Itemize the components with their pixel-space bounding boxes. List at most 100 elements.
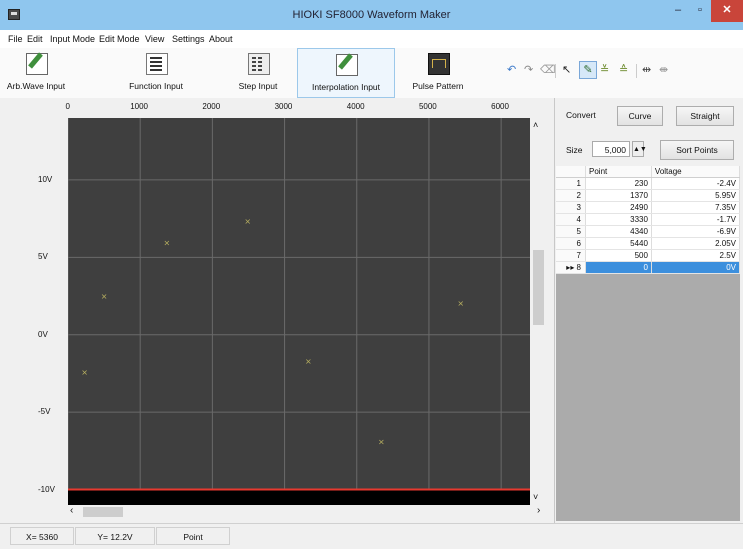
y-tick-label: 5V bbox=[38, 252, 48, 262]
x-tick-label: 5000 bbox=[418, 102, 437, 111]
waveform-plot-svg[interactable]: × × × × × × × bbox=[67, 118, 530, 505]
pencil-tool-icon[interactable]: ✎ bbox=[579, 61, 597, 79]
scroll-down-icon[interactable]: ˅ bbox=[533, 492, 538, 502]
table-row[interactable]: 7 500 2.5V bbox=[556, 249, 741, 262]
row-index[interactable]: ▸▸ 8 bbox=[556, 261, 586, 274]
menu-input-mode[interactable]: Input Mode bbox=[50, 34, 95, 44]
row-index[interactable]: 7 bbox=[556, 249, 586, 262]
shrink-vertical-icon[interactable]: ≙ bbox=[619, 64, 628, 76]
point-cell[interactable]: 500 bbox=[585, 249, 652, 262]
close-button[interactable]: ✕ bbox=[711, 0, 743, 22]
menu-settings[interactable]: Settings bbox=[172, 34, 205, 44]
table-row[interactable]: 5 4340 -6.9V bbox=[556, 225, 741, 238]
vertical-scrollbar-thumb[interactable] bbox=[533, 250, 544, 325]
pulse-pattern-button[interactable]: Pulse Pattern bbox=[400, 48, 476, 96]
point-cell[interactable]: 2490 bbox=[585, 201, 652, 214]
sort-points-button[interactable]: Sort Points bbox=[660, 140, 734, 160]
scroll-right-icon[interactable]: › bbox=[537, 505, 540, 516]
title-bar: HIOKI SF8000 Waveform Maker bbox=[0, 0, 743, 30]
point-cell[interactable]: 3330 bbox=[585, 213, 652, 226]
data-point-marker: × bbox=[244, 217, 251, 226]
x-tick-label: 3000 bbox=[274, 102, 293, 111]
step-input-button[interactable]: Step Input bbox=[220, 48, 296, 96]
point-cell[interactable]: 5440 bbox=[585, 237, 652, 250]
point-cell[interactable]: 0 bbox=[585, 261, 652, 274]
table-row[interactable]: 3 2490 7.35V bbox=[556, 201, 741, 214]
status-x-coordinate: X= 5360 bbox=[10, 527, 74, 545]
x-tick-label: 0 bbox=[65, 102, 70, 111]
waveform-plot[interactable]: × × × × × × × bbox=[67, 118, 530, 505]
voltage-cell[interactable]: 2.5V bbox=[651, 249, 741, 262]
menu-file[interactable]: File bbox=[8, 34, 23, 44]
voltage-cell[interactable]: -2.4V bbox=[651, 177, 741, 190]
arb-wave-input-button[interactable]: Arb.Wave Input bbox=[0, 48, 72, 96]
row-index[interactable]: 6 bbox=[556, 237, 586, 250]
data-point-marker: × bbox=[81, 368, 88, 377]
voltage-cell[interactable]: 2.05V bbox=[651, 237, 741, 250]
row-index[interactable]: 2 bbox=[556, 189, 586, 202]
y-tick-label: -10V bbox=[38, 484, 55, 494]
menu-about[interactable]: About bbox=[209, 34, 233, 44]
voltage-cell[interactable]: -1.7V bbox=[651, 213, 741, 226]
interpolation-input-button[interactable]: Interpolation Input bbox=[297, 48, 395, 98]
point-cell[interactable]: 1370 bbox=[585, 189, 652, 202]
y-tick-label: -5V bbox=[38, 407, 51, 417]
function-input-button[interactable]: Function Input bbox=[118, 48, 194, 96]
shrink-horizontal-icon[interactable]: ⇼ bbox=[659, 64, 668, 76]
cursor-icon[interactable]: ↖ bbox=[562, 64, 571, 76]
point-cell[interactable]: 230 bbox=[585, 177, 652, 190]
horizontal-scrollbar-thumb[interactable] bbox=[83, 507, 123, 517]
expand-horizontal-icon[interactable]: ⇹ bbox=[642, 64, 651, 76]
table-row[interactable]: 6 5440 2.05V bbox=[556, 237, 741, 250]
maximize-button[interactable]: ▫ bbox=[690, 0, 710, 22]
undo-icon[interactable]: ↶ bbox=[507, 64, 516, 76]
app-icon[interactable] bbox=[8, 9, 20, 20]
eraser-icon[interactable]: ⌫ bbox=[540, 64, 556, 76]
row-index[interactable]: 3 bbox=[556, 201, 586, 214]
horizontal-scrollbar[interactable] bbox=[68, 505, 546, 519]
size-spinner[interactable]: ▲▼ bbox=[632, 141, 647, 157]
row-index[interactable]: 5 bbox=[556, 225, 586, 238]
minimize-button[interactable]: – bbox=[668, 0, 688, 22]
table-row[interactable]: 2 1370 5.95V bbox=[556, 189, 741, 202]
convert-label: Convert bbox=[566, 110, 596, 120]
voltage-cell[interactable]: 7.35V bbox=[651, 201, 741, 214]
row-index[interactable]: 4 bbox=[556, 213, 586, 226]
voltage-cell[interactable]: 5.95V bbox=[651, 189, 741, 202]
step-input-label: Step Input bbox=[238, 81, 278, 91]
size-label: Size bbox=[566, 145, 583, 155]
data-point-marker: × bbox=[164, 239, 171, 248]
point-cell[interactable]: 4340 bbox=[585, 225, 652, 238]
voltage-cell[interactable]: 0V bbox=[651, 261, 741, 274]
expand-vertical-icon[interactable]: ≚ bbox=[600, 64, 609, 76]
step-table-icon bbox=[248, 53, 270, 75]
pulse-pattern-label: Pulse Pattern bbox=[412, 81, 464, 91]
y-tick-label: 10V bbox=[38, 174, 53, 184]
data-point-marker: × bbox=[378, 438, 385, 447]
redo-icon[interactable]: ↷ bbox=[524, 64, 533, 76]
status-mode: Point bbox=[156, 527, 230, 545]
menu-edit-mode[interactable]: Edit Mode bbox=[99, 34, 140, 44]
y-tick-label: 0V bbox=[38, 329, 48, 339]
toolbar-separator bbox=[636, 64, 637, 78]
curve-button[interactable]: Curve bbox=[617, 106, 663, 126]
size-input[interactable]: 5,000 bbox=[592, 141, 630, 157]
table-header-row: Point Voltage bbox=[556, 166, 741, 178]
column-header-point: Point bbox=[585, 166, 652, 178]
column-header-voltage: Voltage bbox=[651, 166, 741, 178]
menu-view[interactable]: View bbox=[145, 34, 164, 44]
table-row[interactable]: 4 3330 -1.7V bbox=[556, 213, 741, 226]
scroll-left-icon[interactable]: ‹ bbox=[70, 505, 73, 516]
scroll-up-icon[interactable]: ˄ bbox=[533, 120, 538, 130]
straight-button[interactable]: Straight bbox=[676, 106, 734, 126]
voltage-cell[interactable]: -6.9V bbox=[651, 225, 741, 238]
x-tick-label: 1000 bbox=[130, 102, 148, 111]
function-table-icon bbox=[146, 53, 168, 75]
row-index[interactable]: 1 bbox=[556, 177, 586, 190]
table-row[interactable]: ▸▸ 8 0 0V bbox=[556, 261, 741, 274]
data-point-marker: × bbox=[101, 292, 108, 301]
points-table: Point Voltage 1 230 -2.4V 2 1370 5.95V 3 2490 7.… bbox=[556, 166, 741, 274]
menu-edit[interactable]: Edit bbox=[27, 34, 43, 44]
toolbar: Arb.Wave Input Function Input Step Input… bbox=[0, 48, 743, 99]
table-row[interactable]: 1 230 -2.4V bbox=[556, 177, 741, 190]
